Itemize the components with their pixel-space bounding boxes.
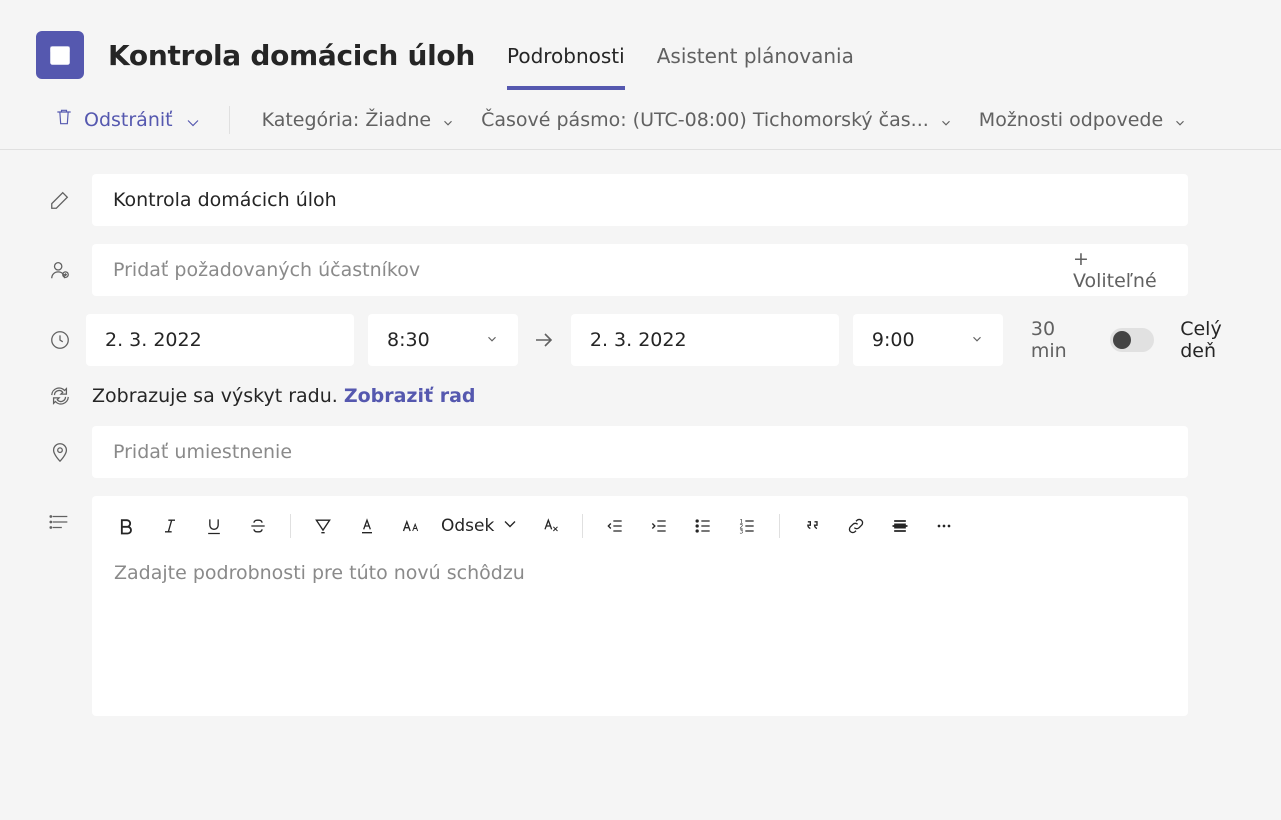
tab-details[interactable]: Podrobnosti [507,46,625,90]
end-date-value: 2. 3. 2022 [590,329,687,351]
quote-button[interactable] [792,506,832,546]
tab-scheduling-assistant[interactable]: Asistent plánovania [657,46,854,90]
start-date-field[interactable]: 2. 3. 2022 [86,314,354,366]
clock-icon [48,328,72,352]
recurrence-row: Zobrazuje sa výskyt radu. Zobraziť rad [48,384,1245,408]
optional-attendees-link[interactable]: + Voliteľné [1073,248,1169,292]
separator [779,514,780,538]
separator [229,106,230,134]
attendees-row: + Voliteľné [48,244,1245,296]
title-row [48,174,1245,226]
tab-bar: Podrobnosti Asistent plánovania [507,20,854,90]
title-input[interactable] [111,188,1169,212]
attendees-field[interactable]: + Voliteľné [92,244,1188,296]
option-bar: Odstrániť Kategória: Žiadne Časové pásmo… [0,90,1281,150]
end-time-field[interactable]: 9:00 [853,314,1003,366]
calendar-icon [36,31,84,79]
start-time-value: 8:30 [387,329,430,351]
header: Kontrola domácich úloh Podrobnosti Asist… [0,0,1281,90]
increase-indent-button[interactable] [639,506,679,546]
arrow-right-icon [532,328,557,352]
strikethrough-button[interactable] [238,506,278,546]
chevron-down-icon [970,329,984,351]
end-time-value: 9:00 [872,329,915,351]
decrease-indent-button[interactable] [595,506,635,546]
description-input[interactable]: Zadajte podrobnosti pre túto novú schôdz… [92,556,1188,696]
pen-icon [48,188,72,212]
chevron-down-icon [441,113,455,127]
numbered-list-button[interactable]: 123 [727,506,767,546]
trash-icon [54,107,74,132]
location-icon [48,440,72,464]
show-series-link[interactable]: Zobraziť rad [344,385,476,407]
link-button[interactable] [836,506,876,546]
highlight-button[interactable] [303,506,343,546]
font-color-button[interactable] [347,506,387,546]
repeat-icon [48,384,72,408]
chevron-down-icon [939,113,953,127]
bullet-list-button[interactable] [683,506,723,546]
attendees-input[interactable] [111,258,1073,282]
chevron-down-icon [1173,113,1187,127]
all-day-toggle[interactable] [1110,328,1154,352]
chevron-down-icon [485,329,499,351]
chevron-down-icon [500,514,520,539]
all-day-label: Celý deň [1180,318,1245,362]
duration-label: 30 min [1031,318,1082,362]
editor-toolbar: Odsek 123 [92,496,1188,556]
separator [582,514,583,538]
end-date-field[interactable]: 2. 3. 2022 [571,314,839,366]
response-options-dropdown[interactable]: Možnosti odpovede [971,103,1195,137]
svg-text:3: 3 [740,530,744,536]
recurrence-text: Zobrazuje sa výskyt radu. [92,385,338,407]
more-options-button[interactable] [924,506,964,546]
meeting-form: + Voliteľné 2. 3. 2022 8:30 2. 3. 2022 9… [0,150,1281,716]
toggle-knob [1113,331,1131,349]
chevron-down-icon [183,113,197,127]
response-options-label: Možnosti odpovede [979,109,1163,131]
location-input[interactable] [111,440,1169,464]
category-dropdown[interactable]: Kategória: Žiadne [254,103,464,137]
person-add-icon [48,258,72,282]
timezone-label: Časové pásmo: (UTC-08:00) Tichomorský ča… [481,109,929,131]
start-time-field[interactable]: 8:30 [368,314,518,366]
location-row [48,426,1245,478]
font-size-button[interactable] [391,506,431,546]
underline-button[interactable] [194,506,234,546]
timezone-dropdown[interactable]: Časové pásmo: (UTC-08:00) Tichomorský ča… [473,103,961,137]
location-field[interactable] [92,426,1188,478]
hr-button[interactable] [880,506,920,546]
bold-button[interactable] [106,506,146,546]
start-date-value: 2. 3. 2022 [105,329,202,351]
paragraph-dropdown[interactable]: Odsek [435,506,526,546]
italic-button[interactable] [150,506,190,546]
separator [290,514,291,538]
delete-button[interactable]: Odstrániť [46,101,205,138]
description-editor: Odsek 123 Zadajte podrobnosti pre túto n… [92,496,1188,716]
description-icon [48,510,72,534]
clear-formatting-button[interactable] [530,506,570,546]
title-field[interactable] [92,174,1188,226]
delete-label: Odstrániť [84,109,173,131]
datetime-row: 2. 3. 2022 8:30 2. 3. 2022 9:00 30 min C… [48,314,1245,366]
paragraph-label: Odsek [441,516,494,536]
description-row: Odsek 123 Zadajte podrobnosti pre túto n… [48,496,1245,716]
page-title: Kontrola domácich úloh [108,39,475,72]
category-label: Kategória: Žiadne [262,109,432,131]
